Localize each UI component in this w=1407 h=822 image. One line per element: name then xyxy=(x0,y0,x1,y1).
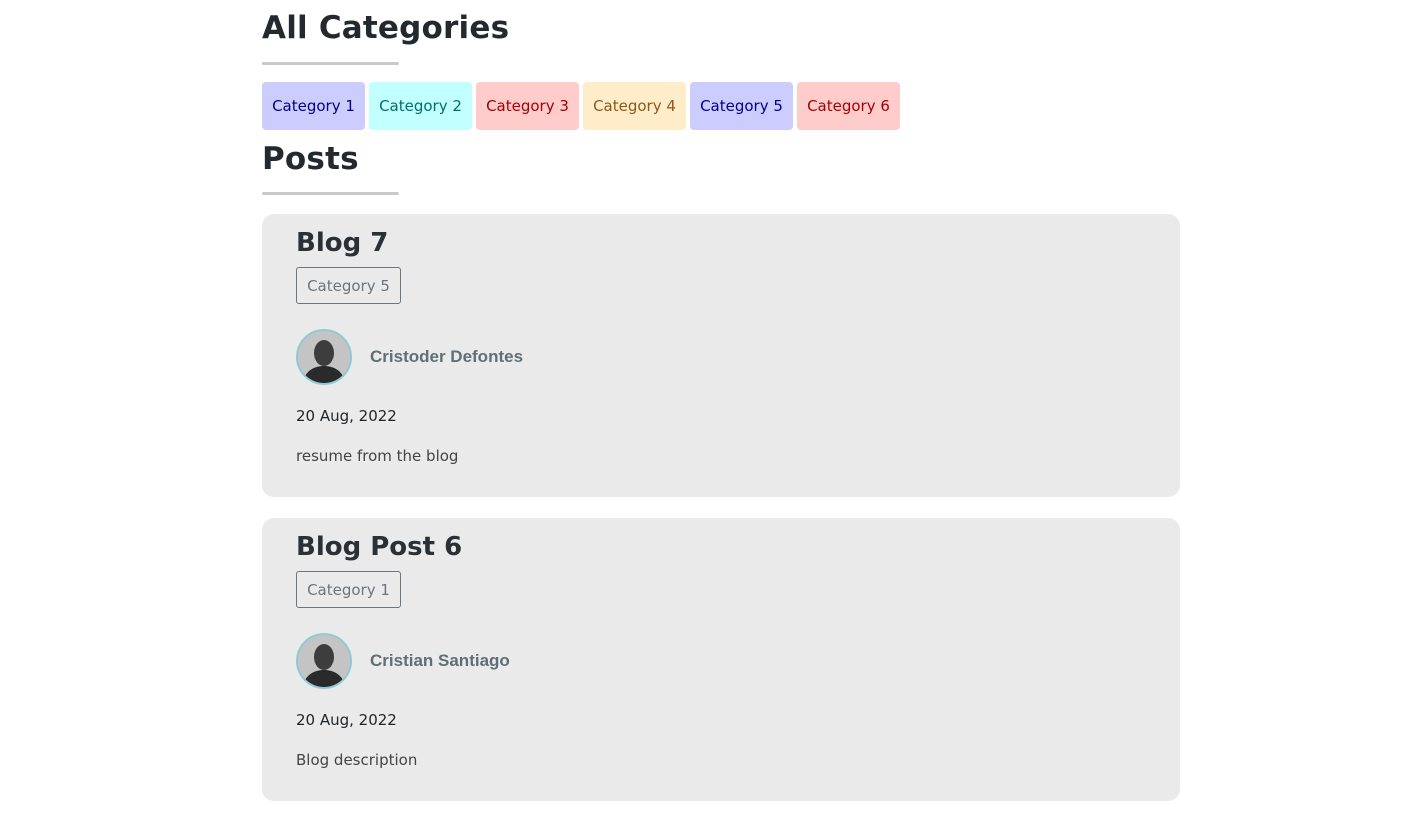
author-name: Cristoder Defontes xyxy=(370,347,524,366)
posts-heading-underline xyxy=(262,192,399,195)
category-list: Category 1 Category 2 Category 3 Categor… xyxy=(262,82,1180,130)
category-chip-label: Category 4 xyxy=(593,97,676,115)
category-chip-label: Category 2 xyxy=(379,97,462,115)
post-category-badge[interactable]: Category 1 xyxy=(296,571,401,608)
categories-heading: All Categories xyxy=(262,10,510,46)
post-description: resume from the blog xyxy=(296,447,459,465)
author-avatar xyxy=(296,329,352,385)
main-content: All Categories Category 1 Category 2 Cat… xyxy=(262,0,1180,822)
category-chip-label: Category 6 xyxy=(807,97,890,115)
category-chip-2[interactable]: Category 2 xyxy=(369,82,472,130)
author-avatar xyxy=(296,633,352,689)
category-chip-6[interactable]: Category 6 xyxy=(797,82,900,130)
post-date: 20 Aug, 2022 xyxy=(296,407,397,425)
post-card: Blog 7 Category 5 Cristoder Defontes 20 … xyxy=(262,214,1180,497)
category-chip-label: Category 5 xyxy=(700,97,783,115)
post-title[interactable]: Blog Post 6 xyxy=(296,530,462,564)
post-author[interactable]: Cristoder Defontes xyxy=(296,329,523,385)
categories-heading-underline xyxy=(262,62,399,65)
post-card: Blog Post 6 Category 1 Cristian Santiago… xyxy=(262,518,1180,801)
post-title[interactable]: Blog 7 xyxy=(296,226,388,260)
category-chip-label: Category 3 xyxy=(486,97,569,115)
category-chip-3[interactable]: Category 3 xyxy=(476,82,579,130)
author-name: Cristian Santiago xyxy=(370,651,510,670)
post-list: Blog 7 Category 5 Cristoder Defontes 20 … xyxy=(262,214,1180,801)
post-category-badge[interactable]: Category 5 xyxy=(296,267,401,304)
category-chip-5[interactable]: Category 5 xyxy=(690,82,793,130)
post-author[interactable]: Cristian Santiago xyxy=(296,633,510,689)
post-date: 20 Aug, 2022 xyxy=(296,711,397,729)
category-chip-1[interactable]: Category 1 xyxy=(262,82,365,130)
category-chip-label: Category 1 xyxy=(272,97,355,115)
category-chip-4[interactable]: Category 4 xyxy=(583,82,686,130)
post-description: Blog description xyxy=(296,751,418,769)
posts-heading: Posts xyxy=(262,141,359,177)
